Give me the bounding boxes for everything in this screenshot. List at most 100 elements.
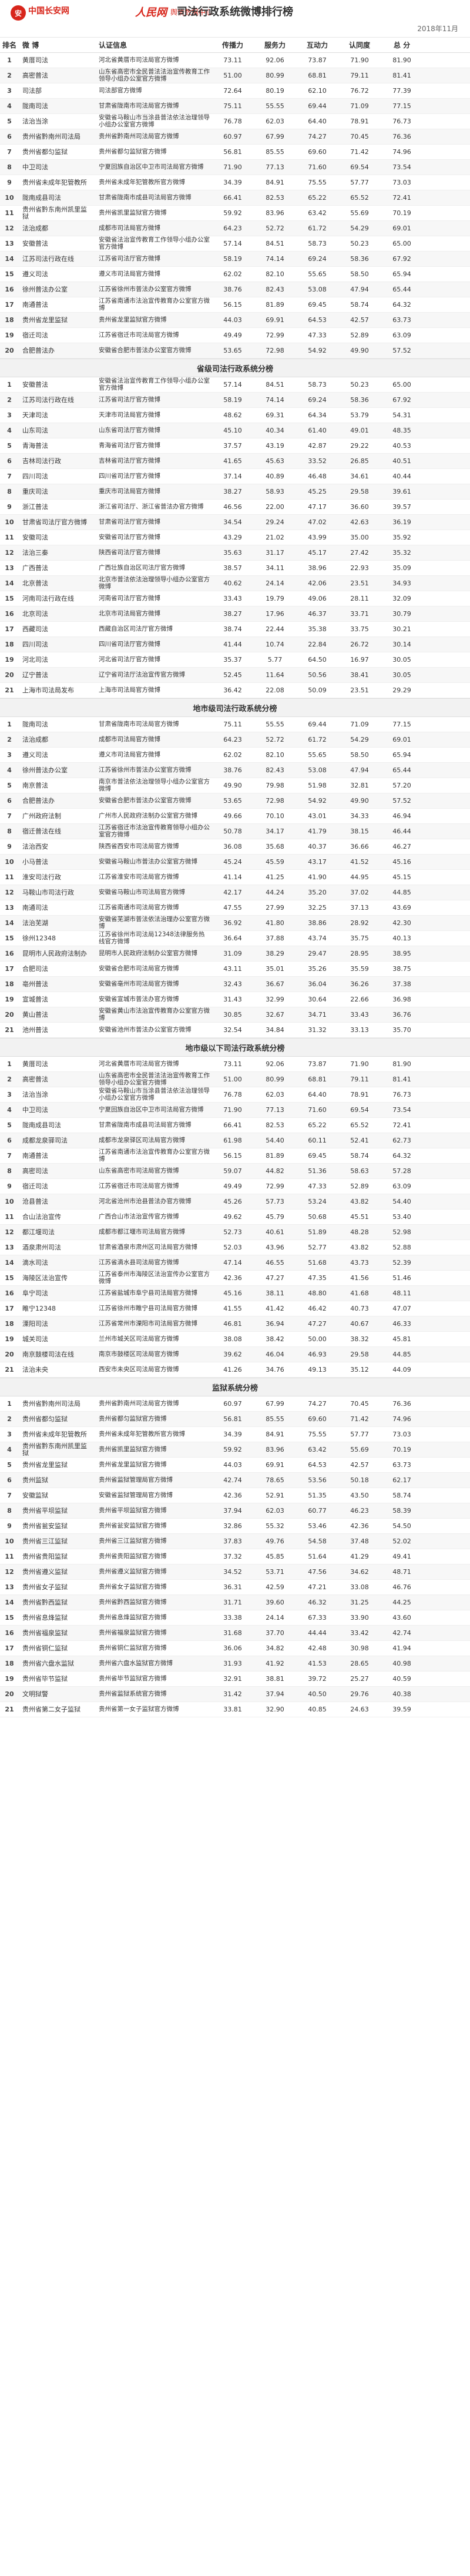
weibo-name-cell[interactable]: 北京司法 (19, 607, 94, 621)
weibo-name-cell[interactable]: 成都龙泉驿司法 (19, 1133, 94, 1148)
weibo-name-cell[interactable]: 遵义司法 (19, 748, 94, 762)
weibo-name-cell[interactable]: 淮安司法行政 (19, 870, 94, 885)
table-row[interactable]: 12 贵州省遵义监狱 贵州省遵义监狱官方微博 34.52 53.71 47.56 34.62… (0, 1565, 470, 1580)
table-row[interactable]: 14 北京普法 北京市普法依法治理领导小组办公室官方微博 40.62 24.14 42.0… (0, 576, 470, 591)
table-row[interactable]: 12 马鞍山市司法行政 安徽省马鞍山市司法局官方微博 42.17 44.24 35.20 3… (0, 885, 470, 900)
table-row[interactable]: 14 滴水司法 江苏省滴水县司法局官方微博 47.14 46.55 51.68 43.73 5… (0, 1255, 470, 1271)
weibo-name-cell[interactable]: 法治未央 (19, 1362, 94, 1377)
table-row[interactable]: 6 贵州监狱 贵州省监狱管理局官方微博 42.74 78.65 53.56 50.18 62.… (0, 1473, 470, 1488)
table-row[interactable]: 12 法治成都 成都市司法局官方微博 64.23 52.72 61.72 54.29 69.0… (0, 221, 470, 236)
weibo-name-cell[interactable]: 昆明市人民政府法制办 (19, 946, 94, 961)
weibo-name-cell[interactable]: 贵州省龙里监狱 (19, 313, 94, 327)
weibo-name-cell[interactable]: 酒泉肃州司法 (19, 1240, 94, 1255)
table-row[interactable]: 21 上海市司法局发布 上海市司法局官方微博 36.42 22.08 50.09 23.51… (0, 683, 470, 698)
table-row[interactable]: 17 合肥司法 安徽省合肥市司法局官方微博 43.11 35.01 35.26 35.59 3… (0, 962, 470, 977)
weibo-name-cell[interactable]: 天津司法 (19, 408, 94, 423)
weibo-name-cell[interactable]: 安徽司法 (19, 530, 94, 545)
weibo-name-cell[interactable]: 宿迁司法 (19, 1179, 94, 1194)
table-row[interactable]: 1 黄厝司法 河北省黄厝市司法局官方微博 73.11 92.06 73.87 71.90 81… (0, 53, 470, 68)
weibo-name-cell[interactable]: 贵州省息烽监狱 (19, 1610, 94, 1625)
weibo-name-cell[interactable]: 贵州省瓮安监狱 (19, 1519, 94, 1533)
table-row[interactable]: 8 高密司法 山东省高密市司法局官方微博 59.07 44.82 51.36 58.63 57… (0, 1164, 470, 1179)
table-row[interactable]: 18 溧阳司法 江苏省常州市溧阳市司法局官方微博 46.81 36.94 47.27 40.… (0, 1317, 470, 1332)
table-row[interactable]: 19 宿迁司法 江苏省宿迁市司法局官方微博 49.49 72.99 47.33 52.89 6… (0, 328, 470, 343)
weibo-name-cell[interactable]: 都江堰司法 (19, 1225, 94, 1240)
weibo-name-cell[interactable]: 法治西安 (19, 839, 94, 854)
weibo-name-cell[interactable]: 宿迁司法 (19, 328, 94, 343)
weibo-name-cell[interactable]: 贵州省黔东南州凯里监狱 (19, 206, 94, 220)
weibo-name-cell[interactable]: 贵州监狱 (19, 1473, 94, 1488)
weibo-name-cell[interactable]: 贵州省黔西监狱 (19, 1595, 94, 1610)
weibo-name-cell[interactable]: 贵州省铜仁监狱 (19, 1641, 94, 1656)
table-row[interactable]: 17 睢宁12348 江苏省徐州市睢宁县司法局官方微博 41.55 41.42 46.42… (0, 1301, 470, 1317)
table-row[interactable]: 9 贵州省未成年犯管教所 贵州省未成年犯管教所官方微博 34.39 84.91 75.55… (0, 175, 470, 190)
table-row[interactable]: 3 司法部 司法部官方微博 72.64 80.19 62.10 76.72 77.39 (0, 83, 470, 99)
table-row[interactable]: 10 贵州省三江监狱 贵州省三江监狱官方微博 37.83 49.76 54.58 37.48… (0, 1534, 470, 1549)
table-row[interactable]: 3 天津司法 天津市司法局官方微博 48.62 69.31 64.34 53.79 54.31 (0, 408, 470, 423)
table-row[interactable]: 4 中卫司法 宁夏回族自治区中卫市司法局官方微博 71.90 77.13 71.60 69.… (0, 1103, 470, 1118)
table-row[interactable]: 19 河北司法 河北省司法厅官方微博 35.37 5.77 64.50 16.97 30.05 (0, 652, 470, 668)
table-row[interactable]: 8 贵州省平坝监狱 贵州省平坝监狱官方微博 37.94 62.03 60.77 46.23 5… (0, 1503, 470, 1519)
table-row[interactable]: 5 陇南成县司法 甘肃省陇南市成县司法局官方微博 66.41 82.53 65.22 65.… (0, 1118, 470, 1133)
table-row[interactable]: 5 青海普法 青海省司法厅官方微博 37.57 43.19 42.87 29.22 40.53 (0, 438, 470, 454)
weibo-name-cell[interactable]: 安徽普法 (19, 236, 94, 251)
table-row[interactable]: 4 徐州普法办公室 江苏省徐州市普法办公室官方微博 38.76 82.43 53.08 47… (0, 763, 470, 778)
weibo-name-cell[interactable]: 合肥普法办 (19, 343, 94, 358)
weibo-name-cell[interactable]: 马鞍山市司法行政 (19, 885, 94, 900)
weibo-name-cell[interactable]: 陇南成县司法 (19, 190, 94, 205)
table-row[interactable]: 20 南京鼓楼司法在线 南京市鼓楼区司法局官方微博 39.62 46.04 46.93 29… (0, 1347, 470, 1362)
table-row[interactable]: 8 中卫司法 宁夏回族自治区中卫市司法局官方微博 71.90 77.13 71.60 69.… (0, 160, 470, 175)
weibo-name-cell[interactable]: 山东司法 (19, 423, 94, 438)
table-row[interactable]: 7 广州政府法制 广州市人民政府法制办公室官方微博 49.66 70.10 43.01 34… (0, 809, 470, 824)
weibo-name-cell[interactable]: 睢宁12348 (19, 1301, 94, 1316)
weibo-name-cell[interactable]: 吉林司法行政 (19, 454, 94, 468)
weibo-name-cell[interactable]: 合肥普法办 (19, 793, 94, 808)
weibo-name-cell[interactable]: 中卫司法 (19, 1103, 94, 1117)
table-row[interactable]: 8 宿迁普法在线 江苏省宿迁市法治宣传教育领导小组办公室官方微博 50.78 34.17… (0, 824, 470, 839)
table-row[interactable]: 21 法治未央 西安市未央区司法局官方微博 41.26 34.76 49.13 35.12 4… (0, 1362, 470, 1378)
weibo-name-cell[interactable]: 青海普法 (19, 438, 94, 453)
weibo-name-cell[interactable]: 贵州省毕节监狱 (19, 1671, 94, 1686)
table-row[interactable]: 2 江苏司法行政在线 江苏省司法厅官方微博 58.19 74.14 69.24 58.36 6… (0, 393, 470, 408)
weibo-name-cell[interactable]: 沧县普法 (19, 1194, 94, 1209)
table-row[interactable]: 6 成都龙泉驿司法 成都市龙泉驿区司法局官方微博 61.98 54.40 60.11 52.… (0, 1133, 470, 1148)
weibo-name-cell[interactable]: 南通普法 (19, 1148, 94, 1163)
table-row[interactable]: 20 文明狱警 贵州省监狱系统官方微博 31.42 37.94 40.50 29.76 40.… (0, 1687, 470, 1702)
table-row[interactable]: 11 合山法治宣传 广西合山市法治宣传官方微博 49.62 45.79 50.68 45.5… (0, 1210, 470, 1225)
table-row[interactable]: 17 西藏司法 西藏自治区司法厅官方微博 38.74 22.44 35.38 33.75 30… (0, 622, 470, 637)
table-row[interactable]: 7 南通普法 江苏省南通市法治宣传教育办公室官方微博 56.15 81.89 69.45 5… (0, 1148, 470, 1164)
table-row[interactable]: 16 阜宁司法 江苏省盐城市阜宁县司法局官方微博 45.16 38.11 48.80 41.… (0, 1286, 470, 1301)
table-row[interactable]: 17 南通普法 江苏省南通市法治宣传教育办公室官方微博 56.15 81.89 69.45… (0, 297, 470, 313)
weibo-name-cell[interactable]: 贵州省黔南州司法局 (19, 1396, 94, 1411)
weibo-name-cell[interactable]: 贵州省黔东南州凯里监狱 (19, 1442, 94, 1457)
table-row[interactable]: 4 陇南司法 甘肃省陇南市司法局官方微博 75.11 55.55 69.44 71.09 77… (0, 99, 470, 114)
weibo-name-cell[interactable]: 黄厝司法 (19, 1057, 94, 1071)
table-row[interactable]: 4 山东司法 山东省司法厅官方微博 45.10 40.34 61.40 49.01 48.35 (0, 423, 470, 438)
weibo-name-cell[interactable]: 文明狱警 (19, 1687, 94, 1701)
weibo-name-cell[interactable]: 徐州普法办公室 (19, 763, 94, 778)
table-row[interactable]: 11 安徽司法 安徽省司法厅官方微博 43.29 21.02 43.99 35.00 35.9… (0, 530, 470, 545)
table-row[interactable]: 10 甘肃省司法厅官方微博 甘肃省司法厅官方微博 34.54 29.24 47.02 42.… (0, 515, 470, 530)
table-row[interactable]: 7 贵州省都匀监狱 贵州省都匀监狱官方微博 56.81 85.55 69.60 71.42 7… (0, 145, 470, 160)
table-row[interactable]: 15 贵州省息烽监狱 贵州省息烽监狱官方微博 33.38 24.14 67.33 33.90… (0, 1610, 470, 1626)
weibo-name-cell[interactable]: 浙江普法 (19, 500, 94, 514)
weibo-name-cell[interactable]: 河北司法 (19, 652, 94, 667)
weibo-name-cell[interactable]: 司法部 (19, 83, 94, 98)
weibo-name-cell[interactable]: 高密司法 (19, 1164, 94, 1178)
weibo-name-cell[interactable]: 宣城普法 (19, 992, 94, 1007)
weibo-name-cell[interactable]: 贵州省都匀监狱 (19, 1412, 94, 1426)
weibo-name-cell[interactable]: 贵州省第二女子监狱 (19, 1702, 94, 1717)
weibo-name-cell[interactable]: 法治成都 (19, 221, 94, 236)
weibo-name-cell[interactable]: 上海市司法局发布 (19, 683, 94, 698)
weibo-name-cell[interactable]: 黄山普法 (19, 1007, 94, 1022)
weibo-name-cell[interactable]: 合肥司法 (19, 962, 94, 976)
weibo-name-cell[interactable]: 法治当涂 (19, 114, 94, 129)
table-row[interactable]: 9 宿迁司法 江苏省宿迁市司法局官方微博 49.49 72.99 47.33 52.89 63… (0, 1179, 470, 1194)
weibo-name-cell[interactable]: 小马普法 (19, 855, 94, 869)
table-row[interactable]: 11 淮安司法行政 江苏省淮安市司法局官方微博 41.14 41.25 41.90 44.9… (0, 870, 470, 885)
weibo-name-cell[interactable]: 贵州省未成年犯管教所 (19, 1427, 94, 1442)
table-row[interactable]: 10 陇南成县司法 甘肃省陇南市成县司法局官方微博 66.41 82.53 65.22 65… (0, 190, 470, 206)
table-row[interactable]: 19 宣城普法 安徽省宣城市普法办官方微博 31.43 32.99 30.64 22.66 3… (0, 992, 470, 1007)
weibo-name-cell[interactable]: 广西普法 (19, 561, 94, 575)
weibo-name-cell[interactable]: 合山法治宣传 (19, 1210, 94, 1224)
